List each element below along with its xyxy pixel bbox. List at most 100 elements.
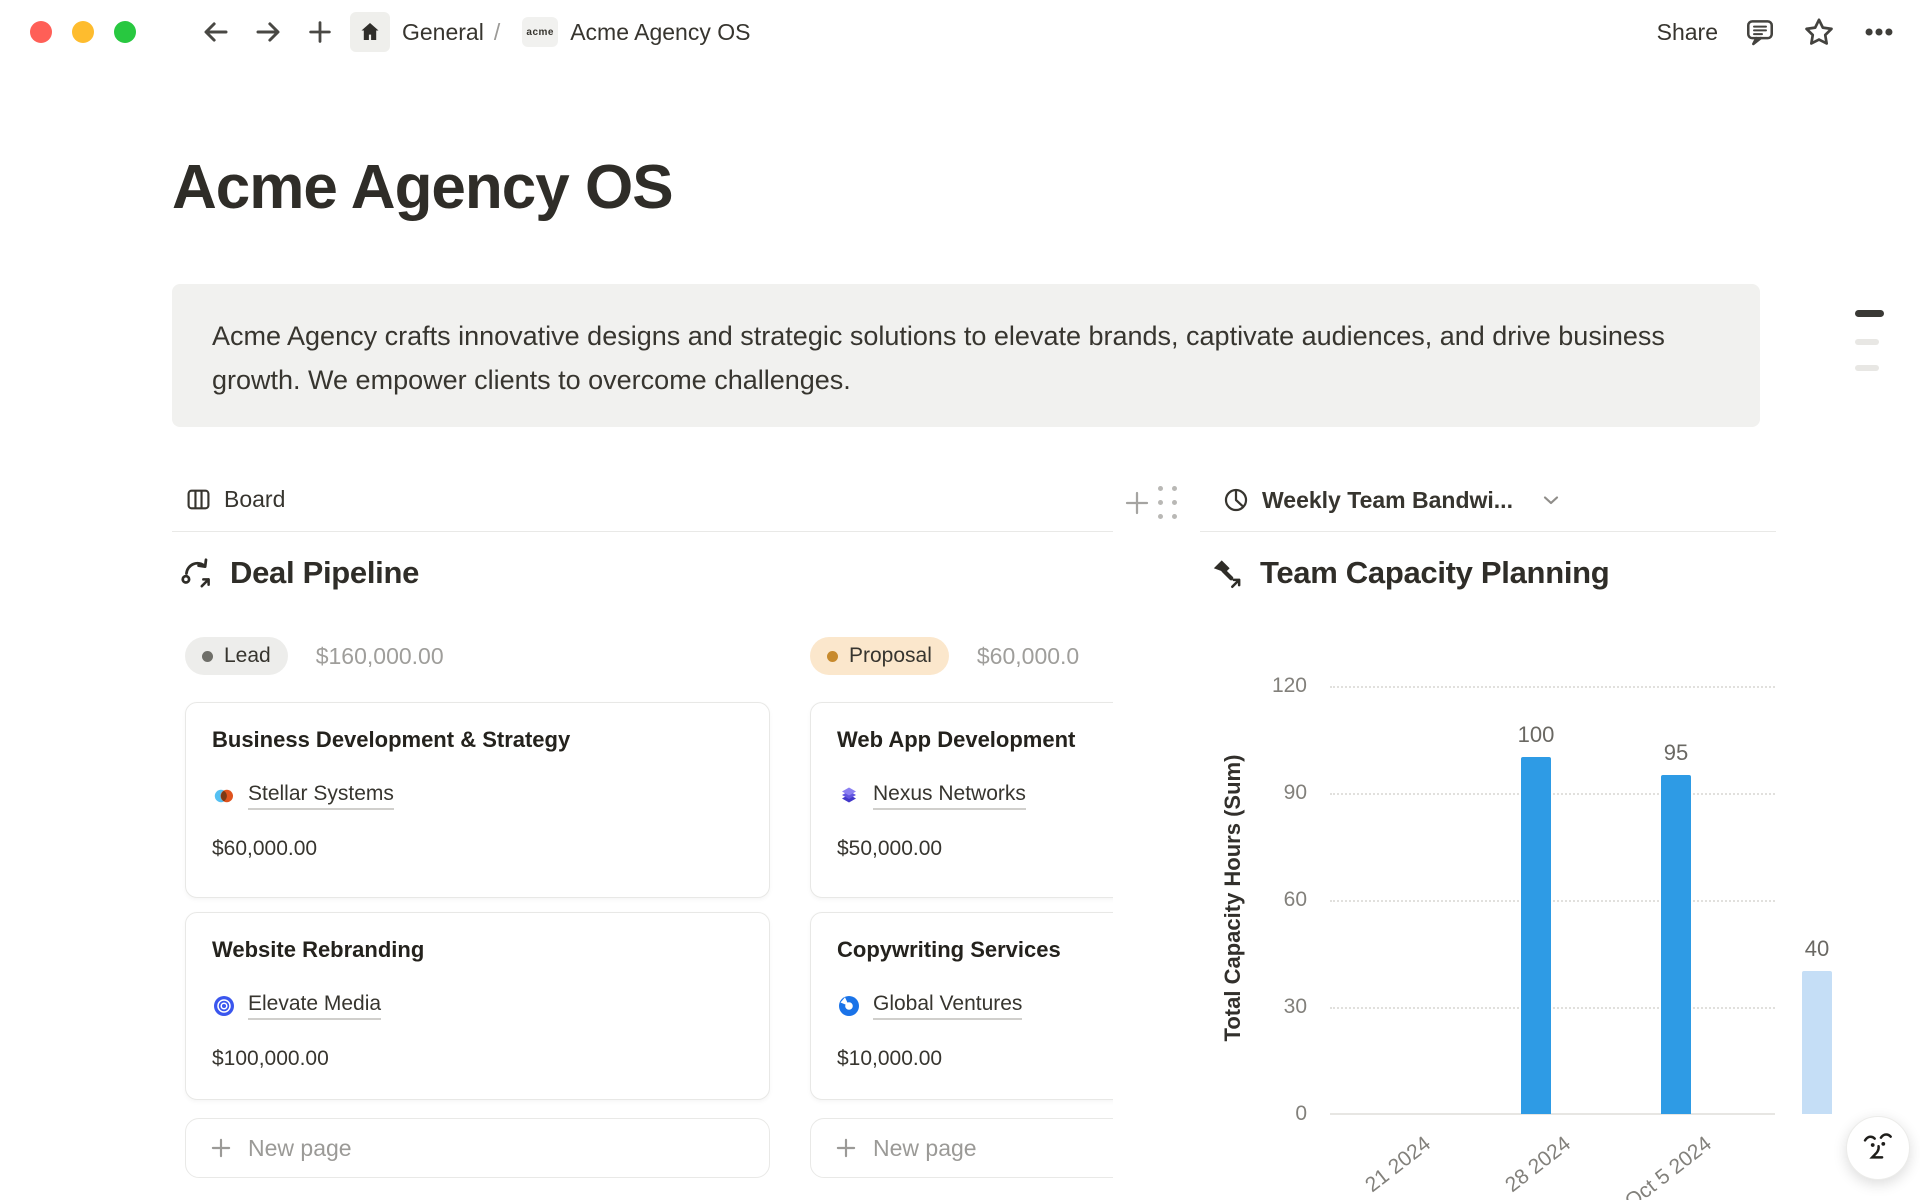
breadcrumb-page[interactable]: Acme Agency OS [570, 19, 750, 46]
ai-face-icon [1859, 1128, 1897, 1168]
board-card[interactable]: Website Rebranding Elevate Media $100,00… [185, 912, 770, 1100]
client-page-link[interactable]: Elevate Media [248, 992, 381, 1020]
status-label: Lead [224, 644, 271, 668]
x-tick-label: 28 2024 [1501, 1132, 1576, 1198]
y-tick: 60 [1227, 888, 1307, 912]
bar-value-label: 95 [1664, 740, 1688, 766]
chevron-down-icon [1539, 488, 1563, 512]
client-page-link[interactable]: Stellar Systems [248, 782, 394, 810]
column-header: Lead $160,000.00 [185, 636, 444, 676]
card-title: Website Rebranding [212, 937, 743, 963]
tab-chart-view[interactable]: Weekly Team Bandwi... [1222, 486, 1563, 514]
outline-indicator[interactable] [1855, 310, 1884, 317]
bar-value-label: 100 [1518, 722, 1555, 748]
card-title: Web App Development [837, 727, 1113, 753]
chart-plot-area: 100 95 40 [1330, 686, 1775, 1114]
chart-tab-underline [1200, 531, 1776, 532]
board-icon [185, 486, 212, 513]
forward-icon[interactable] [248, 12, 288, 52]
new-page-button[interactable]: New page [810, 1118, 1113, 1178]
y-tick: 90 [1227, 781, 1307, 805]
board-card[interactable]: Web App Development Nexus Networks $50,0… [810, 702, 1113, 898]
add-view-plus-icon[interactable] [1122, 488, 1152, 518]
breadcrumb-root[interactable]: General [402, 19, 484, 46]
more-options-icon[interactable] [1862, 15, 1896, 49]
status-badge-proposal[interactable]: Proposal [810, 637, 949, 675]
client-relation[interactable]: Global Ventures [837, 992, 1113, 1020]
new-page-label: New page [248, 1135, 352, 1162]
global-ventures-logo-icon [837, 994, 861, 1018]
column-header: Proposal $60,000.0 [810, 636, 1079, 676]
card-amount: $60,000.00 [212, 837, 743, 861]
page-title: Acme Agency OS [172, 152, 673, 223]
nexus-networks-logo-icon [837, 784, 861, 808]
client-relation[interactable]: Elevate Media [212, 992, 743, 1020]
card-amount: $10,000.00 [837, 1047, 1113, 1071]
deal-pipeline-heading: Deal Pipeline [178, 554, 419, 592]
window-controls [30, 21, 136, 43]
client-relation[interactable]: Stellar Systems [212, 782, 743, 810]
back-icon[interactable] [196, 12, 236, 52]
page-icon: acme [522, 17, 558, 47]
board-tab-label: Board [224, 486, 285, 513]
home-icon[interactable] [350, 12, 390, 52]
card-title: Business Development & Strategy [212, 727, 743, 753]
breadcrumb-separator: / [494, 19, 500, 46]
card-amount: $100,000.00 [212, 1047, 743, 1071]
pipeline-cycle-icon [178, 554, 216, 592]
status-badge-lead[interactable]: Lead [185, 637, 288, 675]
x-tick-label: Oct 5 2024 [1621, 1132, 1717, 1200]
bar[interactable] [1802, 971, 1832, 1114]
status-dot [827, 651, 838, 662]
share-button[interactable]: Share [1657, 19, 1718, 46]
new-page-button[interactable]: New page [185, 1118, 770, 1178]
app-window: { "topbar": { "share_label": "Share", "b… [0, 0, 1920, 1200]
bar[interactable] [1521, 757, 1551, 1114]
new-page-plus-icon [833, 1135, 859, 1161]
column-sum: $160,000.00 [316, 643, 444, 670]
comment-icon[interactable] [1744, 16, 1776, 48]
tab-board-view[interactable]: Board [185, 486, 285, 513]
bar[interactable] [1661, 775, 1691, 1114]
team-capacity-title: Team Capacity Planning [1260, 555, 1609, 591]
new-page-plus-icon [208, 1135, 234, 1161]
y-tick: 0 [1227, 1102, 1307, 1126]
column-sum: $60,000.0 [977, 643, 1079, 670]
bar-value-label: 40 [1805, 936, 1829, 962]
chart-tab-label: Weekly Team Bandwi... [1262, 487, 1513, 514]
new-tab-plus-icon[interactable] [300, 12, 340, 52]
capacity-bar-chart: Total Capacity Hours (Sum) 120 90 60 30 … [1200, 640, 1785, 1200]
sidebar-toggle-icon[interactable] [154, 12, 184, 52]
pie-chart-icon [1222, 486, 1250, 514]
outline-indicator[interactable] [1855, 365, 1879, 371]
stellar-systems-logo-icon [212, 784, 236, 808]
deal-pipeline-title: Deal Pipeline [230, 555, 419, 591]
hammer-icon [1208, 554, 1246, 592]
favorite-star-icon[interactable] [1802, 15, 1836, 49]
team-capacity-heading: Team Capacity Planning [1208, 554, 1609, 592]
y-tick: 30 [1227, 995, 1307, 1019]
card-title: Copywriting Services [837, 937, 1113, 963]
deal-pipeline-board: Lead $160,000.00 Business Development & … [172, 630, 1113, 1200]
client-relation[interactable]: Nexus Networks [837, 782, 1113, 810]
zoom-window-button[interactable] [114, 21, 136, 43]
new-page-label: New page [873, 1135, 977, 1162]
bar-group: 40 [1777, 686, 1857, 1114]
status-label: Proposal [849, 644, 932, 668]
status-dot [202, 651, 213, 662]
drag-handle-icon[interactable] [1158, 486, 1178, 520]
ai-assistant-button[interactable] [1846, 1116, 1910, 1180]
board-card[interactable]: Copywriting Services Global Ventures $10… [810, 912, 1113, 1100]
client-page-link[interactable]: Nexus Networks [873, 782, 1026, 810]
outline-indicator[interactable] [1855, 339, 1879, 345]
card-amount: $50,000.00 [837, 837, 1113, 861]
board-tab-underline [172, 531, 1113, 532]
minimize-window-button[interactable] [72, 21, 94, 43]
elevate-media-logo-icon [212, 994, 236, 1018]
callout-block: Acme Agency crafts innovative designs an… [172, 284, 1760, 427]
board-card[interactable]: Business Development & Strategy Stellar … [185, 702, 770, 898]
close-window-button[interactable] [30, 21, 52, 43]
topbar: General / acme Acme Agency OS Share [0, 0, 1920, 64]
x-tick-label: 21 2024 [1361, 1132, 1436, 1198]
client-page-link[interactable]: Global Ventures [873, 992, 1022, 1020]
